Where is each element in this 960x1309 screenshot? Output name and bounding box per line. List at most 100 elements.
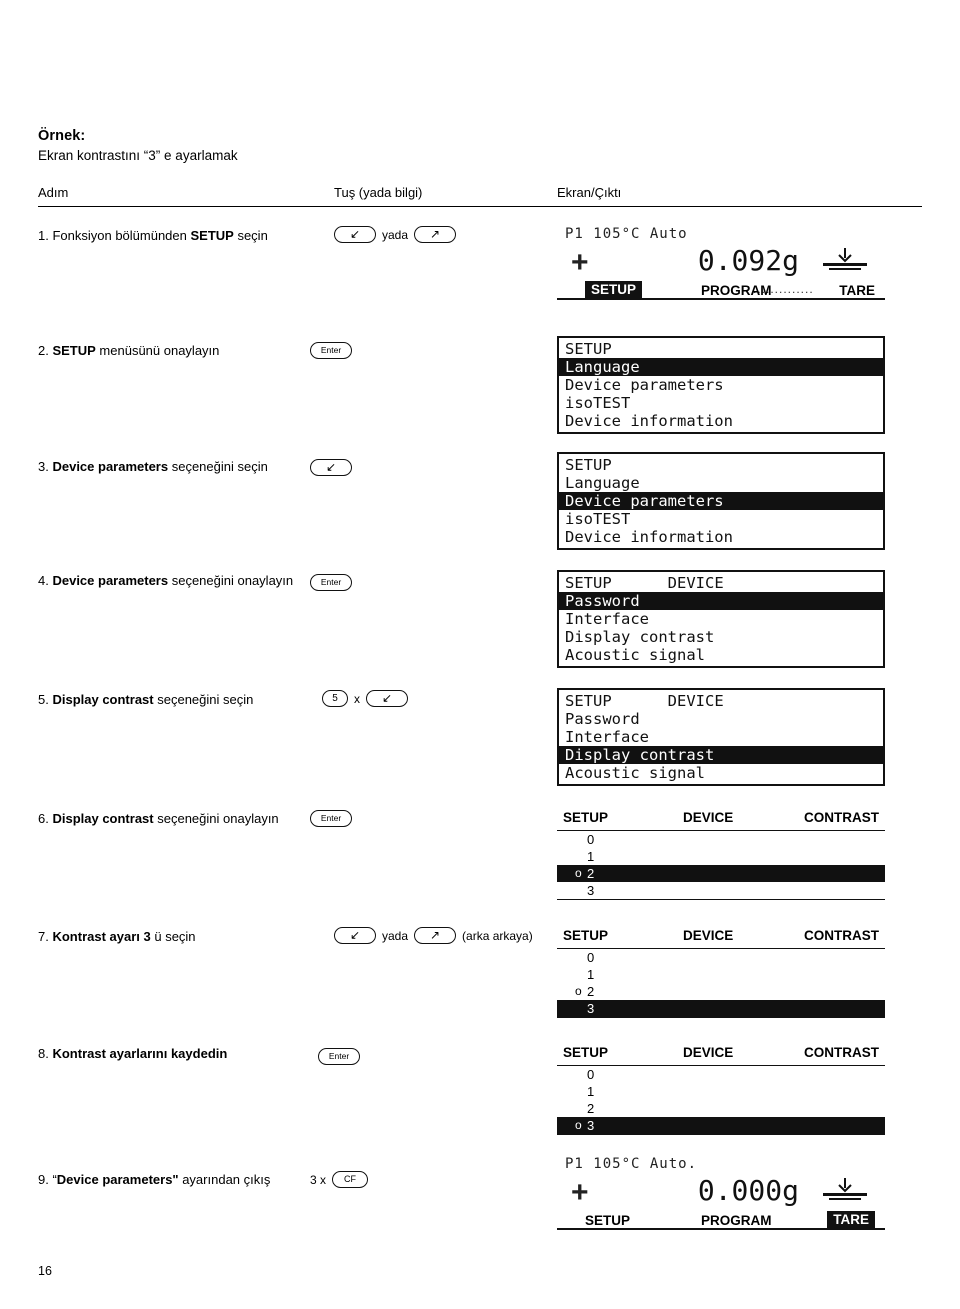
enter-key-icon[interactable]: Enter xyxy=(310,810,352,827)
contrast-option-2[interactable]: o2 xyxy=(557,865,885,882)
key-times-label: x xyxy=(354,691,360,706)
contrast-option-1[interactable]: 1 xyxy=(557,966,885,983)
contrast-option-2-label: 2 xyxy=(587,984,595,999)
display-softkey-row-top: SETUP PROGRAM TARE xyxy=(557,278,885,298)
balance-pan-icon xyxy=(823,248,867,270)
page-number: 16 xyxy=(38,1264,52,1278)
contrast-option-3[interactable]: 3 xyxy=(557,1000,885,1017)
contrast-header-device: DEVICE xyxy=(683,928,734,943)
contrast-header-setup: SETUP xyxy=(563,810,609,825)
contrast-header-row: SETUP DEVICE CONTRAST xyxy=(557,928,885,947)
contrast-option-3-label: 3 xyxy=(587,1001,595,1016)
menu-item-display-contrast[interactable]: Display contrast xyxy=(559,628,883,646)
menu-item-isotest[interactable]: isoTEST xyxy=(559,394,883,412)
menu-item-device-information[interactable]: Device information xyxy=(559,528,883,546)
menu-title-row: SETUP DEVICE xyxy=(559,574,883,592)
display-baseline xyxy=(557,1228,885,1230)
menu-item-password[interactable]: Password xyxy=(559,710,883,728)
menu-item-device-parameters[interactable]: Device parameters xyxy=(559,376,883,394)
menu-title-row: SETUP DEVICE xyxy=(559,692,883,710)
menu-item-display-contrast[interactable]: Display contrast xyxy=(559,746,883,764)
step-2-number: 2. xyxy=(38,343,49,358)
contrast-option-0-label: 0 xyxy=(587,832,595,847)
step-5-number: 5. xyxy=(38,692,49,707)
contrast-option-1[interactable]: 1 xyxy=(557,1083,885,1100)
step-5-keys: 5 x ↙ xyxy=(322,690,408,707)
contrast-option-3-label: 3 xyxy=(587,883,595,898)
contrast-option-2[interactable]: o2 xyxy=(557,983,885,1000)
down-arrow-key-icon[interactable]: ↙ xyxy=(334,927,376,944)
step-3-number: 3. xyxy=(38,459,49,474)
softkey-program[interactable]: PROGRAM xyxy=(701,1213,772,1228)
contrast-option-0[interactable]: 0 xyxy=(557,831,885,848)
menu-item-interface[interactable]: Interface xyxy=(559,610,883,628)
key-count-label: 3 x xyxy=(310,1172,327,1187)
contrast-header-device: DEVICE xyxy=(683,1045,734,1060)
contrast-option-0[interactable]: 0 xyxy=(557,1066,885,1083)
menu-item-interface[interactable]: Interface xyxy=(559,728,883,746)
enter-key-icon[interactable]: Enter xyxy=(310,574,352,591)
contrast-option-1[interactable]: 1 xyxy=(557,848,885,865)
menu-item-password[interactable]: Password xyxy=(559,592,883,610)
five-key-icon[interactable]: 5 xyxy=(322,690,348,707)
key-or-label-1: yada xyxy=(382,227,409,242)
menu-item-acoustic-signal[interactable]: Acoustic signal xyxy=(559,646,883,664)
step-7-text: 7. Kontrast ayarı 3 ü seçin xyxy=(38,929,196,944)
contrast-option-0-label: 0 xyxy=(587,950,595,965)
example-subtitle: Ekran kontrastını “3” e ayarlamak xyxy=(38,148,238,163)
menu-item-language[interactable]: Language xyxy=(559,474,883,492)
display-menu-step5: SETUP DEVICE Password Interface Display … xyxy=(557,688,885,786)
cf-key-icon[interactable]: CF xyxy=(332,1171,369,1188)
contrast-option-0[interactable]: 0 xyxy=(557,949,885,966)
contrast-header-contrast: CONTRAST xyxy=(804,1045,879,1060)
contrast-option-3[interactable]: o3 xyxy=(557,1117,885,1134)
step-3-keys: ↙ xyxy=(310,459,352,476)
display-sign: + xyxy=(571,246,589,279)
contrast-option-3-label: 3 xyxy=(587,1118,595,1133)
step-2-text: 2. SETUP menüsünü onaylayın xyxy=(38,343,220,358)
example-title: Örnek: xyxy=(38,128,86,144)
step-8-number: 8. xyxy=(38,1046,49,1061)
display-weight-value: 0.092g xyxy=(697,244,799,277)
step-9-text: 9. “Device parameters" ayarından çıkış xyxy=(38,1172,271,1187)
contrast-option-2[interactable]: 2 xyxy=(557,1100,885,1117)
step-2-keys: Enter xyxy=(310,342,352,359)
contrast-bottom-rule xyxy=(557,1134,885,1135)
up-arrow-key-icon[interactable]: ↗ xyxy=(414,927,457,944)
softkey-tare[interactable]: TARE xyxy=(839,283,875,298)
step-8-text: 8. Kontrast ayarlarını kaydedin xyxy=(38,1046,228,1061)
step-6-number: 6. xyxy=(38,811,49,826)
enter-key-icon[interactable]: Enter xyxy=(318,1048,360,1065)
column-header-display: Ekran/Çıktı xyxy=(557,185,622,200)
down-arrow-key-icon[interactable]: ↙ xyxy=(366,690,408,707)
step-4-text: 4. Device parameters seçeneğini onaylayı… xyxy=(38,573,294,588)
step-4-keys: Enter xyxy=(310,574,352,591)
step-7-keys: ↙ yada ↗ (arka arkaya) xyxy=(334,927,533,944)
up-arrow-key-icon[interactable]: ↗ xyxy=(414,226,457,243)
menu-item-acoustic-signal[interactable]: Acoustic signal xyxy=(559,764,883,782)
menu-item-isotest[interactable]: isoTEST xyxy=(559,510,883,528)
softkey-setup[interactable]: SETUP xyxy=(585,1213,630,1228)
contrast-option-0-label: 0 xyxy=(587,1067,595,1082)
enter-key-icon[interactable]: Enter xyxy=(310,342,352,359)
step-1-text: 1. Fonksiyon bölümünden SETUP seçin xyxy=(38,228,268,243)
step-6-text: 6. Display contrast seçeneğini onaylayın xyxy=(38,811,279,826)
down-arrow-key-icon[interactable]: ↙ xyxy=(310,459,352,476)
softkey-setup[interactable]: SETUP xyxy=(585,281,643,298)
contrast-option-2-label: 2 xyxy=(587,866,595,881)
step-5-text: 5. Display contrast seçeneğini seçin xyxy=(38,692,254,707)
display-status-line: P1 105°C Auto xyxy=(565,226,688,242)
menu-title-secondary: DEVICE xyxy=(667,692,724,710)
softkey-program[interactable]: PROGRAM xyxy=(701,283,772,298)
menu-item-device-parameters[interactable]: Device parameters xyxy=(559,492,883,510)
menu-item-language[interactable]: Language xyxy=(559,358,883,376)
step-3-text: 3. Device parameters seçeneğini seçin xyxy=(38,459,268,474)
display-softkey-row-bottom: SETUP PROGRAM TARE xyxy=(557,1208,885,1228)
menu-item-device-information[interactable]: Device information xyxy=(559,412,883,430)
contrast-option-1-label: 1 xyxy=(587,1084,595,1099)
softkey-tare[interactable]: TARE xyxy=(827,1211,875,1228)
contrast-option-3[interactable]: 3 xyxy=(557,882,885,899)
contrast-bottom-rule xyxy=(557,899,885,900)
down-arrow-key-icon[interactable]: ↙ xyxy=(334,226,376,243)
step-4-number: 4. xyxy=(38,573,49,588)
